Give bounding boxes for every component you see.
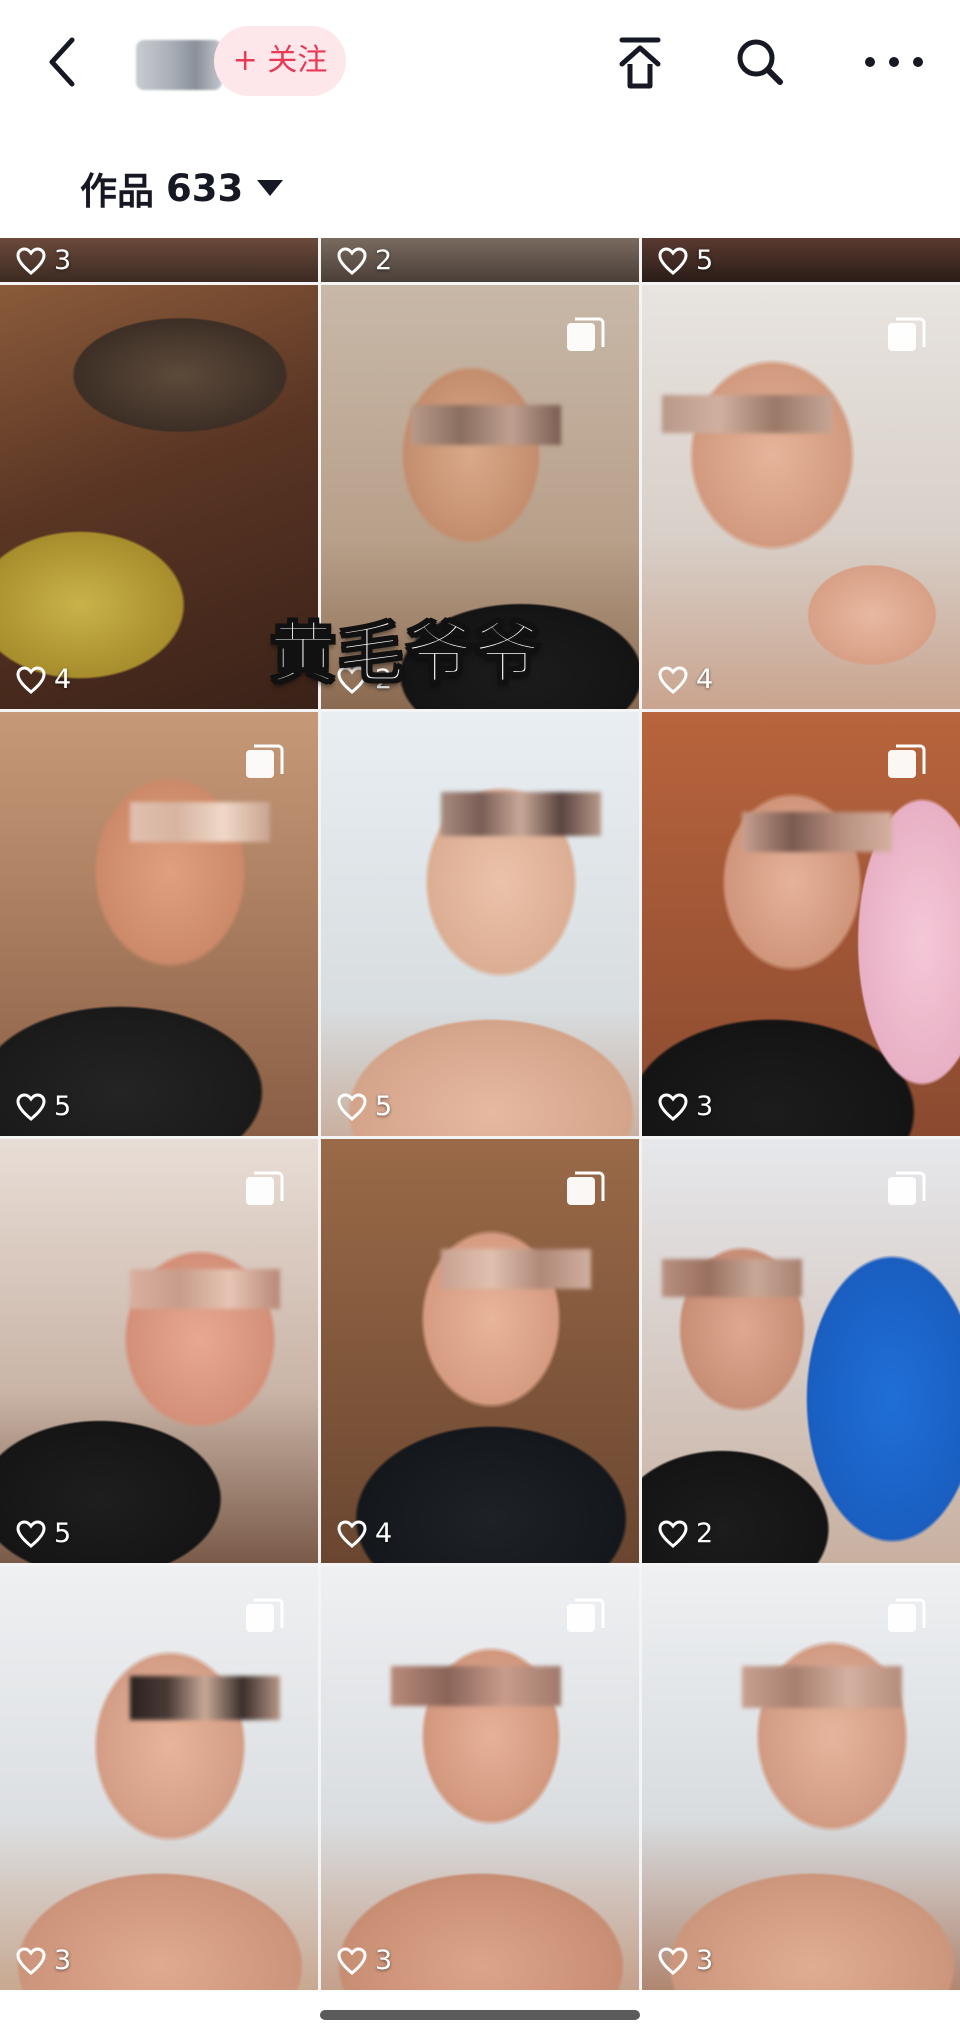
- video-grid: 3 2 5 4 2 4 5 5 3 5 4 2 3 3 3: [0, 238, 960, 1990]
- multi-image-icon: [246, 1598, 284, 1632]
- home-indicator[interactable]: [320, 2010, 640, 2020]
- like-count-value: 3: [375, 1945, 393, 1976]
- heart-icon: [337, 1519, 367, 1548]
- follow-button[interactable]: + 关注: [214, 26, 346, 96]
- like-count: 3: [658, 1091, 713, 1122]
- like-count: 5: [337, 1091, 392, 1122]
- search-button[interactable]: [728, 28, 792, 96]
- privacy-mosaic: [130, 802, 270, 842]
- multi-image-icon: [567, 1598, 605, 1632]
- works-section-bar: 作品 633: [0, 128, 960, 238]
- heart-icon: [658, 1946, 688, 1975]
- like-count: 5: [16, 1091, 71, 1122]
- heart-icon: [658, 1092, 688, 1121]
- like-count: 4: [337, 1518, 392, 1549]
- video-tile-r4-c3[interactable]: 3: [642, 1566, 960, 1990]
- like-count-value: 4: [696, 664, 714, 695]
- upload-icon: [619, 37, 661, 89]
- video-tile-partial-1[interactable]: 3: [0, 238, 318, 282]
- video-tile-partial-2[interactable]: 2: [321, 238, 639, 282]
- heart-icon: [16, 1519, 46, 1548]
- privacy-mosaic: [742, 812, 892, 852]
- like-count: 4: [16, 664, 71, 695]
- like-count-value: 4: [54, 664, 72, 695]
- video-tile-r2-c3[interactable]: 3: [642, 712, 960, 1136]
- multi-image-icon: [246, 744, 284, 778]
- back-button[interactable]: [40, 28, 88, 96]
- like-count: 5: [658, 245, 713, 276]
- heart-icon: [337, 1946, 367, 1975]
- like-count: 3: [658, 1945, 713, 1976]
- multi-image-icon: [888, 317, 926, 351]
- works-dropdown[interactable]: 作品 633: [80, 158, 284, 218]
- heart-icon: [337, 1092, 367, 1121]
- upload-button[interactable]: [608, 28, 672, 96]
- video-tile-r2-c2[interactable]: 5: [321, 712, 639, 1136]
- video-tile-r4-c2[interactable]: 3: [321, 1566, 639, 1990]
- heart-icon: [658, 1519, 688, 1548]
- like-count: 3: [337, 1945, 392, 1976]
- privacy-mosaic: [130, 1269, 280, 1309]
- like-count: 2: [337, 245, 392, 276]
- privacy-mosaic: [662, 395, 832, 433]
- caret-down-icon: [257, 180, 284, 196]
- multi-image-icon: [246, 1171, 284, 1205]
- video-tile-partial-3[interactable]: 5: [642, 238, 960, 282]
- privacy-mosaic: [441, 1249, 591, 1289]
- like-count-value: 5: [696, 245, 714, 276]
- avatar-blurred[interactable]: [136, 40, 222, 90]
- like-count: 5: [16, 1518, 71, 1549]
- video-tile-r3-c1[interactable]: 5: [0, 1139, 318, 1563]
- back-icon: [49, 37, 75, 87]
- overlay-caption: 黄毛爷爷: [269, 614, 542, 693]
- like-count-value: 3: [696, 1945, 714, 1976]
- multi-image-icon: [888, 1598, 926, 1632]
- like-count: 3: [16, 1945, 71, 1976]
- like-count-value: 4: [375, 1518, 393, 1549]
- heart-icon: [16, 1946, 46, 1975]
- works-count: 633: [166, 166, 244, 210]
- heart-icon: [658, 246, 688, 275]
- profile-header: + 关注: [0, 0, 960, 128]
- like-count-value: 3: [696, 1091, 714, 1122]
- search-icon: [737, 39, 783, 85]
- like-count: 4: [658, 664, 713, 695]
- multi-image-icon: [567, 1171, 605, 1205]
- heart-icon: [16, 665, 46, 694]
- multi-image-icon: [888, 744, 926, 778]
- like-count: 3: [16, 245, 71, 276]
- video-tile-r4-c1[interactable]: 3: [0, 1566, 318, 1990]
- privacy-mosaic: [411, 405, 561, 445]
- video-thumbnail: [321, 712, 639, 1136]
- privacy-mosaic: [441, 792, 601, 836]
- heart-icon: [658, 665, 688, 694]
- privacy-mosaic: [130, 1676, 280, 1720]
- like-count-value: 5: [54, 1518, 72, 1549]
- privacy-mosaic: [742, 1666, 902, 1708]
- video-tile-r3-c2[interactable]: 4: [321, 1139, 639, 1563]
- works-label: 作品: [80, 170, 154, 213]
- like-count-value: 5: [54, 1091, 72, 1122]
- video-tile-r2-c1[interactable]: 5: [0, 712, 318, 1136]
- multi-image-icon: [567, 317, 605, 351]
- like-count-value: 3: [54, 245, 72, 276]
- video-tile-r3-c3[interactable]: 2: [642, 1139, 960, 1563]
- privacy-mosaic: [391, 1666, 561, 1706]
- heart-icon: [16, 246, 46, 275]
- like-count-value: 3: [54, 1945, 72, 1976]
- multi-image-icon: [888, 1171, 926, 1205]
- more-icon: [865, 57, 923, 67]
- like-count-value: 2: [696, 1518, 714, 1549]
- heart-icon: [16, 1092, 46, 1121]
- more-button[interactable]: [852, 28, 936, 96]
- heart-icon: [337, 246, 367, 275]
- privacy-mosaic: [662, 1259, 802, 1297]
- video-tile-r1-c3[interactable]: 4: [642, 285, 960, 709]
- like-count: 2: [658, 1518, 713, 1549]
- like-count-value: 5: [375, 1091, 393, 1122]
- like-count-value: 2: [375, 245, 393, 276]
